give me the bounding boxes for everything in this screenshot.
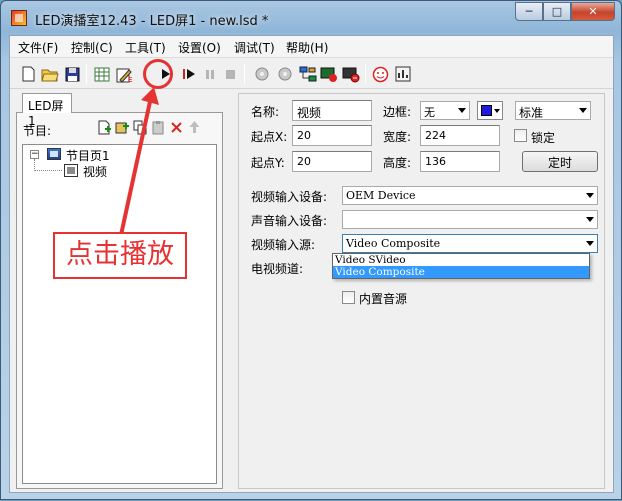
smiley-icon[interactable] [371, 65, 389, 83]
name-input[interactable]: 视频 [292, 100, 372, 121]
audio-device-label: 声音输入设备: [251, 214, 328, 228]
paste-icon[interactable] [149, 118, 167, 136]
video-source-label: 视频输入源: [251, 238, 316, 252]
height-input[interactable]: 136 [420, 151, 500, 172]
tree-item-video[interactable]: 视频 [83, 163, 107, 180]
monitor-stop-icon[interactable] [342, 65, 360, 83]
style-select-value: 标准 [519, 106, 544, 120]
play-highlight-circle [143, 59, 173, 89]
app-window: LED演播室12.43 - LED屏1 - new.lsd * ─ □ ✕ 文件… [0, 0, 622, 500]
grid-icon[interactable] [93, 65, 111, 83]
stop-icon[interactable] [221, 65, 239, 83]
close-button[interactable]: ✕ [571, 2, 615, 21]
annotation-label: 点击播放 [53, 232, 187, 279]
toolbar: E [10, 59, 613, 89]
properties-panel: 名称: 视频 边框: 无 标准 起点X: 20 宽度: 224 锁定 起点Y: … [238, 93, 605, 489]
timer-button[interactable]: 定时 [522, 151, 598, 172]
border-label: 边框: [383, 105, 412, 119]
minimize-button[interactable]: ─ [515, 2, 543, 21]
style-select[interactable]: 标准 [515, 101, 591, 120]
screen-tab-body: 节目: − 节目页1 视频 [16, 112, 223, 489]
menu-debug[interactable]: 调试(T) [234, 39, 275, 56]
option-video-composite[interactable]: Video Composite [333, 266, 589, 278]
gear-right-icon[interactable] [276, 65, 294, 83]
tab-led-screen1[interactable]: LED屏1 [22, 93, 72, 128]
delete-icon[interactable] [167, 118, 185, 136]
add-item-icon[interactable] [113, 118, 131, 136]
width-input[interactable]: 224 [420, 125, 500, 146]
svg-text:E: E [128, 76, 132, 83]
width-label: 宽度: [383, 130, 412, 144]
video-item-icon [64, 164, 78, 177]
tree-item-page1[interactable]: 节目页1 [66, 147, 110, 164]
video-device-value: OEM Device [346, 189, 416, 202]
name-label: 名称: [251, 105, 280, 119]
add-page-icon[interactable] [95, 118, 113, 136]
left-panel: 节目: − 节目页1 视频 LED屏1 [16, 93, 223, 489]
builtin-audio-checkbox[interactable] [342, 291, 355, 304]
save-icon[interactable] [63, 65, 81, 83]
title-bar[interactable]: LED演播室12.43 - LED屏1 - new.lsd * ─ □ ✕ [1, 1, 621, 35]
menu-tools[interactable]: 工具(T) [125, 39, 166, 56]
gear-left-icon[interactable] [253, 65, 271, 83]
window-controls: ─ □ ✕ [515, 2, 615, 22]
video-source-select[interactable]: Video Composite [342, 234, 598, 253]
play-step-icon[interactable] [180, 65, 198, 83]
audio-device-select[interactable] [342, 210, 598, 229]
program-tree: − 节目页1 视频 [22, 144, 217, 484]
copy-icon[interactable] [131, 118, 149, 136]
move-up-icon[interactable] [185, 118, 203, 136]
video-source-value: Video Composite [346, 237, 441, 250]
tree-expander[interactable]: − [30, 150, 39, 159]
lock-checkbox[interactable] [514, 129, 527, 142]
startx-label: 起点X: [251, 130, 288, 144]
border-select[interactable]: 无 [420, 101, 470, 120]
video-device-select[interactable]: OEM Device [342, 186, 598, 205]
border-select-value: 无 [424, 106, 435, 119]
option-video-svideo[interactable]: Video SVideo [333, 254, 589, 266]
maximize-button[interactable]: □ [543, 2, 571, 21]
menu-help[interactable]: 帮助(H) [286, 39, 328, 56]
video-device-label: 视频输入设备: [251, 190, 328, 204]
color-swatch-icon [481, 105, 492, 116]
border-color-picker[interactable] [477, 101, 503, 120]
monitor-red-icon[interactable] [320, 65, 338, 83]
open-folder-icon[interactable] [41, 65, 59, 83]
tv-channel-label: 电视频道: [251, 262, 304, 276]
network-icon[interactable] [299, 65, 317, 83]
starty-input[interactable]: 20 [292, 151, 372, 172]
new-file-icon[interactable] [19, 65, 37, 83]
chart-icon[interactable] [394, 65, 412, 83]
height-label: 高度: [383, 156, 412, 170]
menu-settings[interactable]: 设置(O) [178, 39, 221, 56]
pause-icon[interactable] [201, 65, 219, 83]
app-logo-icon [11, 10, 27, 26]
lock-label: 锁定 [531, 131, 556, 145]
builtin-audio-label: 内置音源 [359, 292, 408, 306]
menu-file[interactable]: 文件(F) [18, 39, 58, 56]
menu-bar: 文件(F) 控制(C) 工具(T) 设置(O) 调试(T) 帮助(H) [10, 36, 613, 58]
window-title: LED演播室12.43 - LED屏1 - new.lsd * [35, 14, 269, 29]
starty-label: 起点Y: [251, 156, 285, 170]
menu-control[interactable]: 控制(C) [71, 39, 113, 56]
startx-input[interactable]: 20 [292, 125, 372, 146]
edit-script-icon[interactable]: E [116, 65, 134, 83]
program-page-icon [47, 148, 61, 160]
video-source-dropdown: Video SVideo Video Composite [332, 253, 590, 279]
